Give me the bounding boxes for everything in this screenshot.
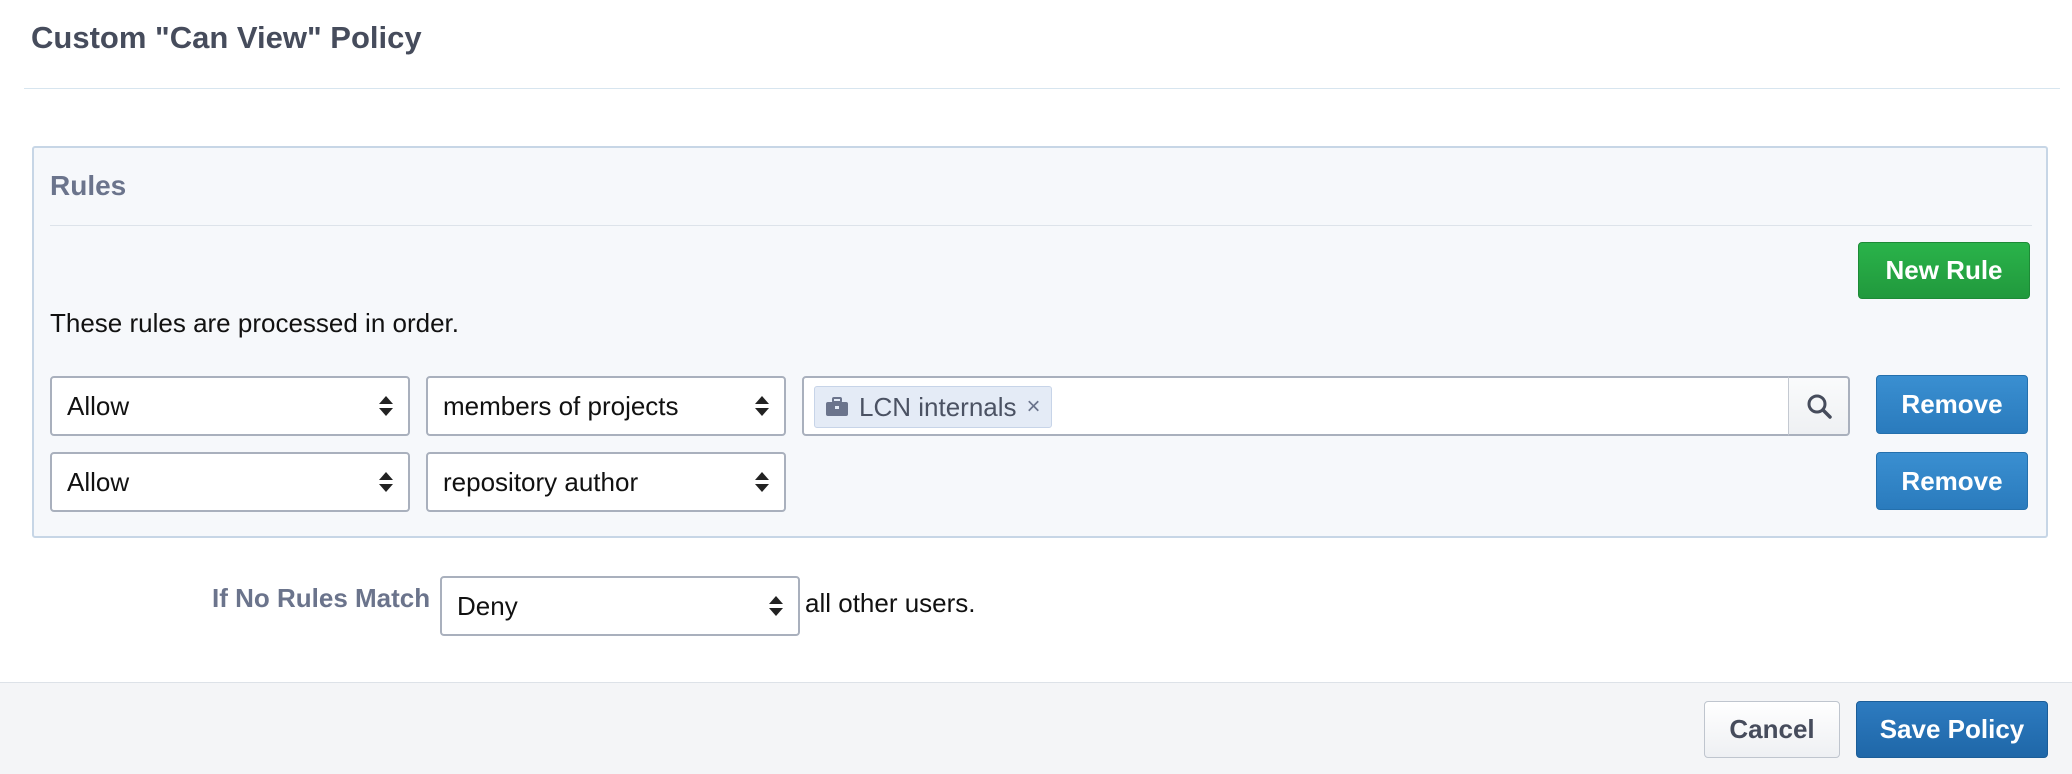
rule-1-search-button[interactable] xyxy=(1788,376,1850,436)
project-token-label: LCN internals xyxy=(859,391,1017,422)
rule-1-remove-button[interactable]: Remove xyxy=(1876,375,2028,434)
cancel-button[interactable]: Cancel xyxy=(1704,701,1840,758)
fallback-label: If No Rules Match xyxy=(212,583,431,613)
rule-2-action-value: Allow xyxy=(67,466,130,497)
new-rule-button[interactable]: New Rule xyxy=(1858,242,2030,299)
rule-1-action-value: Allow xyxy=(67,390,130,421)
rule-1-target-value: members of projects xyxy=(443,390,679,421)
rule-1-action-select[interactable]: Allow xyxy=(50,376,410,436)
project-token: LCN internals × xyxy=(814,386,1052,428)
rule-1-target-select[interactable]: members of projects xyxy=(426,376,786,436)
remove-token-icon[interactable]: × xyxy=(1027,393,1041,421)
select-arrows-icon xyxy=(379,472,393,492)
search-icon xyxy=(1807,394,1832,419)
briefcase-icon xyxy=(826,397,848,416)
select-arrows-icon xyxy=(755,472,769,492)
rules-heading: Rules xyxy=(50,170,127,201)
rule-1-value-tokenizer[interactable]: LCN internals × xyxy=(802,376,1790,436)
select-arrows-icon xyxy=(755,396,769,416)
rules-divider xyxy=(50,225,2032,226)
select-arrows-icon xyxy=(769,596,783,616)
fallback-select[interactable]: Deny xyxy=(440,576,800,636)
save-policy-button[interactable]: Save Policy xyxy=(1856,701,2048,758)
fallback-value: Deny xyxy=(457,590,518,621)
title-divider xyxy=(24,88,2060,89)
rule-2-action-select[interactable]: Allow xyxy=(50,452,410,512)
rule-2-remove-button[interactable]: Remove xyxy=(1876,452,2028,510)
rules-description: These rules are processed in order. xyxy=(50,308,459,338)
select-arrows-icon xyxy=(379,396,393,416)
dialog-title: Custom "Can View" Policy xyxy=(31,20,422,55)
fallback-suffix: all other users. xyxy=(805,588,976,618)
rule-2-target-value: repository author xyxy=(443,466,639,497)
rule-2-target-select[interactable]: repository author xyxy=(426,452,786,512)
